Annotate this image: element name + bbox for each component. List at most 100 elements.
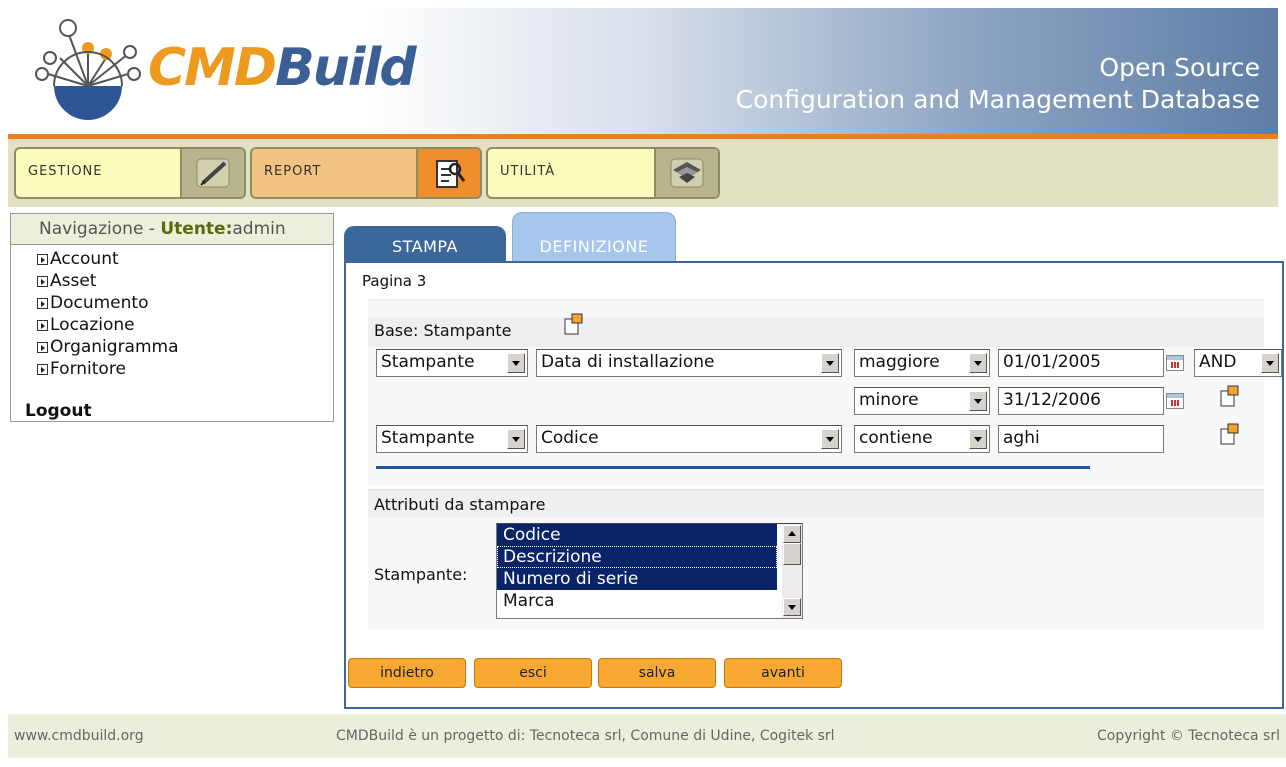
nav-item-label: Asset: [50, 271, 97, 291]
expand-icon[interactable]: [37, 341, 48, 353]
nav-item-locazione[interactable]: Locazione: [37, 314, 333, 336]
listbox-scrollbar[interactable]: [782, 524, 802, 618]
nav-item-organigramma[interactable]: Organigramma: [37, 336, 333, 358]
footer-credits: CMDBuild è un progetto di: Tecnoteca srl…: [336, 728, 835, 744]
chevron-down-icon[interactable]: [969, 429, 987, 449]
list-option[interactable]: Numero di serie: [497, 568, 777, 590]
tagline-line1: Open Source: [1099, 53, 1260, 82]
operator-select-3-value: contiene: [859, 428, 933, 448]
calendar-icon[interactable]: [1166, 393, 1184, 409]
stampante-label: Stampante:: [374, 565, 468, 584]
logo-cmd: CMD: [148, 38, 277, 98]
add-document-icon[interactable]: [1220, 385, 1240, 407]
add-document-icon[interactable]: [564, 313, 584, 335]
operator-select-2[interactable]: minore: [854, 387, 990, 415]
base-label: Base: Stampante: [374, 321, 512, 340]
chevron-down-icon[interactable]: [969, 391, 987, 411]
entity-select-3[interactable]: Stampante: [376, 425, 528, 453]
list-option[interactable]: Descrizione: [497, 546, 777, 568]
expand-icon[interactable]: [37, 363, 48, 375]
logo-text: CMDBuild: [148, 38, 417, 98]
tab-definizione[interactable]: DEFINIZIONE: [512, 212, 676, 261]
menu-utilita-button[interactable]: UTILITÀ: [486, 147, 720, 199]
header: CMDBuild Open Source Configuration and M…: [8, 8, 1278, 134]
footer-copyright: Copyright © Tecnoteca srl: [1097, 728, 1280, 744]
attribute-select-1[interactable]: Data di installazione: [536, 349, 842, 377]
footer: www.cmdbuild.org CMDBuild è un progetto …: [8, 714, 1286, 758]
scroll-down-icon[interactable]: [783, 598, 801, 616]
user-label: Utente:: [160, 219, 233, 239]
attributes-listbox[interactable]: Codice Descrizione Numero di serie Marca: [496, 523, 803, 619]
nav-item-asset[interactable]: Asset: [37, 270, 333, 292]
operator-select-3[interactable]: contiene: [854, 425, 990, 453]
attribute-select-3-value: Codice: [541, 428, 599, 448]
attribute-select-1-value: Data di installazione: [541, 352, 715, 372]
nav-item-documento[interactable]: Documento: [37, 292, 333, 314]
menu-report-label: REPORT: [264, 164, 322, 179]
logic-select[interactable]: AND: [1194, 349, 1282, 377]
user-name: admin: [232, 219, 286, 239]
menu-gestione-button[interactable]: GESTIONE: [14, 147, 246, 199]
add-document-icon[interactable]: [1220, 423, 1240, 445]
expand-icon[interactable]: [37, 319, 48, 331]
section-divider: [376, 466, 1090, 469]
logo-build: Build: [275, 38, 417, 98]
text-value-input[interactable]: aghi: [998, 425, 1164, 453]
menu-utilita-label: UTILITÀ: [500, 164, 556, 179]
entity-select-3-value: Stampante: [381, 428, 475, 448]
expand-icon[interactable]: [37, 253, 48, 265]
attributes-title: Attributi da stampare: [374, 495, 546, 514]
exit-button[interactable]: esci: [474, 658, 592, 688]
filter-section: Base: Stampante Stampante Data di instal…: [368, 299, 1282, 485]
chevron-down-icon[interactable]: [969, 353, 987, 373]
logic-select-value: AND: [1199, 352, 1237, 372]
attribute-select-3[interactable]: Codice: [536, 425, 842, 453]
navigation-title-prefix: Navigazione -: [39, 219, 161, 239]
footer-website-link[interactable]: www.cmdbuild.org: [14, 728, 144, 744]
entity-select-1-value: Stampante: [381, 352, 475, 372]
nav-item-label: Documento: [50, 293, 149, 313]
report-search-icon: [416, 149, 480, 197]
save-button[interactable]: salva: [598, 658, 716, 688]
tab-stampa[interactable]: STAMPA: [344, 226, 506, 261]
chevron-down-icon[interactable]: [821, 353, 839, 373]
logout-link[interactable]: Logout: [25, 401, 92, 421]
chevron-down-icon[interactable]: [1261, 353, 1279, 373]
chevron-down-icon[interactable]: [507, 353, 525, 373]
cmdbuild-logo-icon: [35, 19, 141, 120]
nav-item-label: Locazione: [50, 315, 135, 335]
expand-icon[interactable]: [37, 275, 48, 287]
date-to-input[interactable]: 31/12/2006: [998, 387, 1164, 415]
attributes-section: Attributi da stampare Stampante: Codice …: [368, 489, 1264, 629]
menu-report-button[interactable]: REPORT: [250, 147, 482, 199]
nav-item-label: Organigramma: [50, 337, 179, 357]
page-label: Pagina 3: [362, 272, 427, 290]
report-definition-panel: Pagina 3 Base: Stampante Stampante Data …: [344, 261, 1284, 709]
tagline-line2: Configuration and Management Database: [735, 85, 1260, 114]
operator-select-2-value: minore: [859, 390, 919, 410]
nav-item-account[interactable]: Account: [37, 248, 333, 270]
calendar-icon[interactable]: [1166, 355, 1184, 371]
tagline: Open Source Configuration and Management…: [736, 52, 1260, 116]
chevron-down-icon[interactable]: [507, 429, 525, 449]
operator-select-1-value: maggiore: [859, 352, 940, 372]
scroll-thumb[interactable]: [783, 543, 801, 565]
navigation-title: Navigazione - Utente:admin: [11, 214, 333, 245]
main-menu: GESTIONE REPORT UTILITÀ: [8, 139, 1278, 207]
navigation-tree: Account Asset Documento Locazione Organi…: [11, 245, 333, 380]
operator-select-1[interactable]: maggiore: [854, 349, 990, 377]
entity-select-1[interactable]: Stampante: [376, 349, 528, 377]
chevron-down-icon[interactable]: [821, 429, 839, 449]
navigation-panel: Navigazione - Utente:admin Account Asset…: [10, 213, 334, 422]
nav-item-fornitore[interactable]: Fornitore: [37, 358, 333, 380]
back-button[interactable]: indietro: [348, 658, 466, 688]
list-option[interactable]: Codice: [497, 524, 777, 546]
next-button[interactable]: avanti: [724, 658, 842, 688]
nav-item-label: Fornitore: [50, 359, 126, 379]
list-option[interactable]: Marca: [497, 590, 777, 612]
expand-icon[interactable]: [37, 297, 48, 309]
date-from-input[interactable]: 01/01/2005: [998, 349, 1164, 377]
menu-gestione-label: GESTIONE: [28, 164, 103, 179]
scroll-up-icon[interactable]: [783, 525, 801, 543]
pen-icon: [180, 149, 244, 197]
